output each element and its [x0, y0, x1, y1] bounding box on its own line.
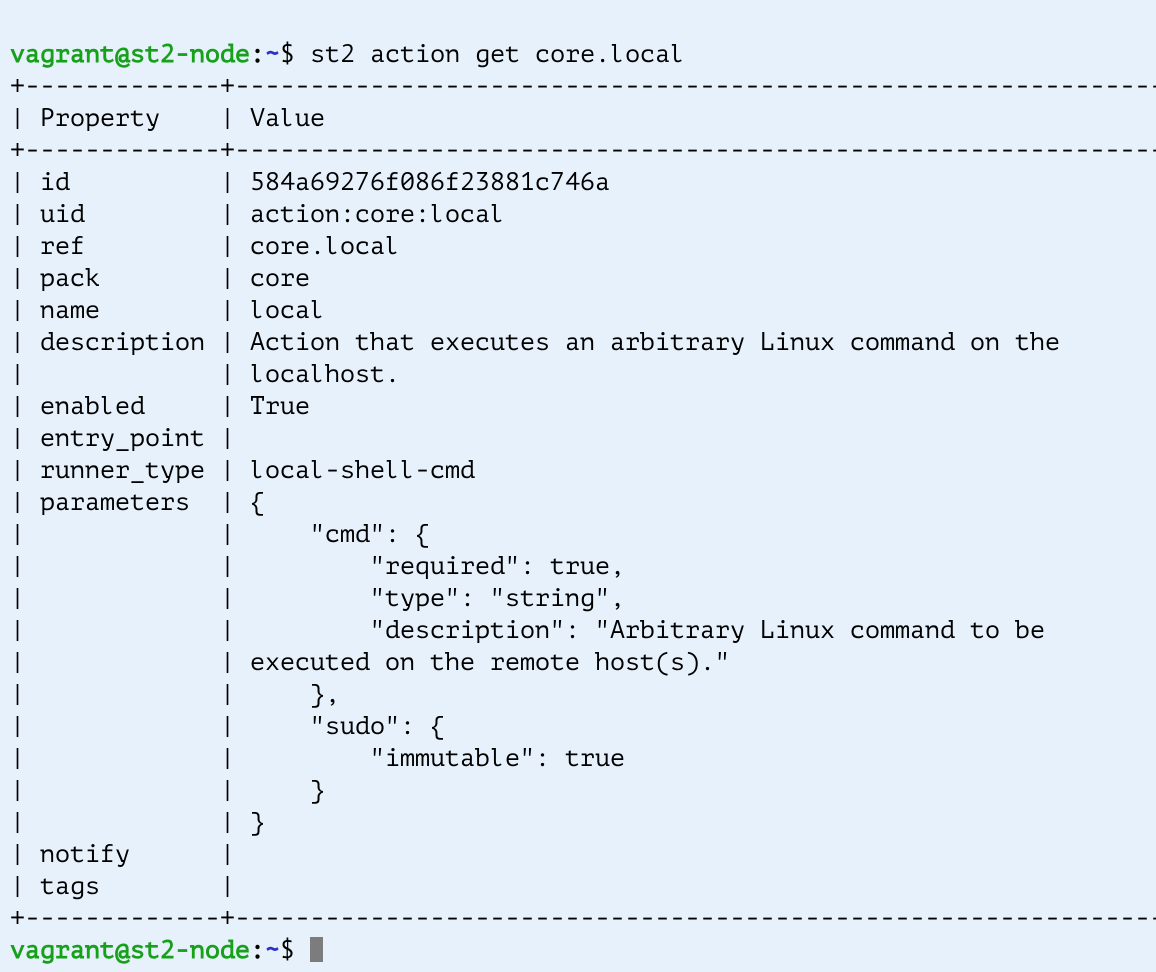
- prompt-dollar: $: [280, 936, 295, 964]
- command-text: st2 action get core.local: [310, 40, 685, 68]
- prompt-tilde: ~: [265, 40, 280, 68]
- table-row: | | "immutable": true |: [10, 744, 1156, 772]
- table-row: | | } |: [10, 808, 1156, 836]
- border-top: +-------------+-------------------------…: [10, 72, 1156, 100]
- border-bottom: +-------------+-------------------------…: [10, 904, 1156, 932]
- table-header: | Property | Value |: [10, 104, 1156, 132]
- prompt-user: vagrant@st2-node: [10, 40, 250, 68]
- prompt-colon: :: [250, 40, 265, 68]
- table-row: | | "sudo": { |: [10, 712, 1156, 740]
- table-row: | notify | |: [10, 840, 1156, 868]
- table-row: | uid | action:core:local |: [10, 200, 1156, 228]
- table-row: | | localhost. |: [10, 360, 1156, 388]
- terminal[interactable]: vagrant@st2-node:~$ st2 action get core.…: [0, 0, 1156, 972]
- table-row: | enabled | True |: [10, 392, 1156, 420]
- table-row: | parameters | { |: [10, 488, 1156, 516]
- table-row: | | "description": "Arbitrary Linux comm…: [10, 616, 1156, 644]
- prompt-dollar: $: [280, 40, 295, 68]
- prompt-user: vagrant@st2-node: [10, 936, 250, 964]
- table-row: | tags | |: [10, 872, 1156, 900]
- border-mid: +-------------+-------------------------…: [10, 136, 1156, 164]
- table-row: | entry_point | |: [10, 424, 1156, 452]
- table-row: | pack | core |: [10, 264, 1156, 292]
- prompt-colon: :: [250, 936, 265, 964]
- table-row: | | }, |: [10, 680, 1156, 708]
- table-row: | ref | core.local |: [10, 232, 1156, 260]
- table-row: | runner_type | local-shell-cmd |: [10, 456, 1156, 484]
- table-row: | | "cmd": { |: [10, 520, 1156, 548]
- table-row: | name | local |: [10, 296, 1156, 324]
- prompt-tilde: ~: [265, 936, 280, 964]
- table-row: | | "type": "string", |: [10, 584, 1156, 612]
- table-row: | | } |: [10, 776, 1156, 804]
- table-row: | id | 584a69276f086f23881c746a |: [10, 168, 1156, 196]
- table-row: | description | Action that executes an …: [10, 328, 1156, 356]
- table-row: | | executed on the remote host(s)." |: [10, 648, 1156, 676]
- table-row: | | "required": true, |: [10, 552, 1156, 580]
- cursor-icon: [310, 937, 323, 962]
